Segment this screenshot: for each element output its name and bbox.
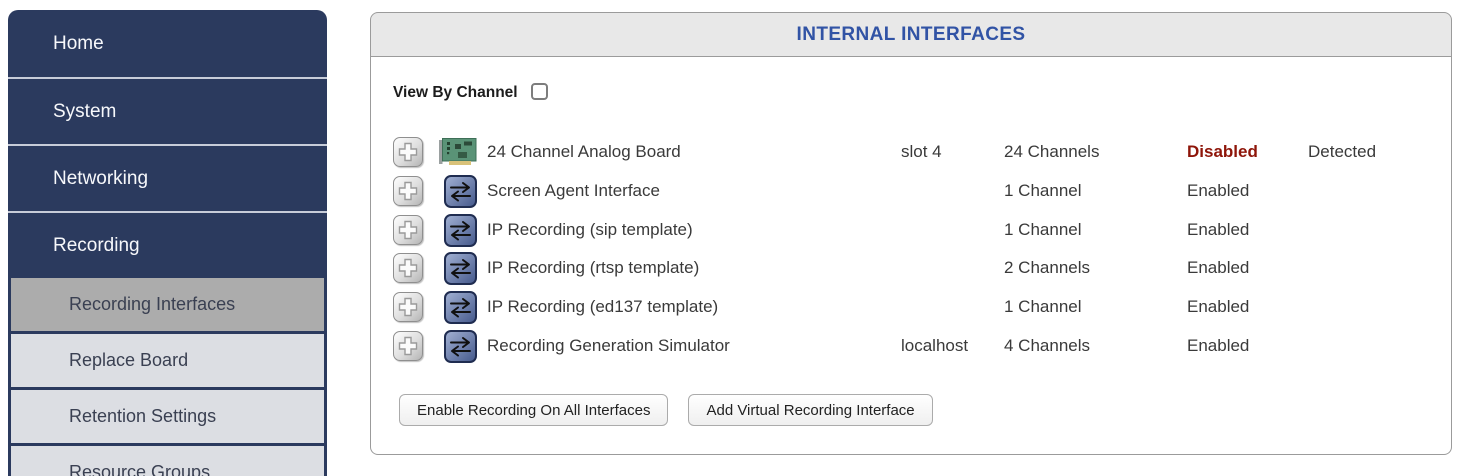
- interface-channels: 4 Channels: [1004, 335, 1091, 355]
- sidebar-item-retention-settings[interactable]: Retention Settings: [8, 390, 327, 446]
- internal-interfaces-panel: INTERNAL INTERFACES View By Channel 24 C…: [370, 12, 1452, 455]
- sidebar-item-label: Networking: [53, 167, 149, 189]
- sidebar-item-recording[interactable]: Recording: [8, 211, 327, 278]
- interface-row: Recording Generation Simulator localhost…: [393, 327, 1441, 366]
- interface-name: Recording Generation Simulator: [487, 335, 730, 355]
- interface-channels: 24 Channels: [1004, 142, 1100, 161]
- interface-name: Screen Agent Interface: [487, 180, 660, 200]
- interface-location: localhost: [901, 335, 969, 355]
- plus-icon: [398, 220, 418, 239]
- interface-status: Enabled: [1187, 258, 1250, 278]
- interface-name: 24 Channel Analog Board: [487, 142, 681, 161]
- interface-name: IP Recording (ed137 template): [487, 297, 719, 317]
- sidebar-item-home[interactable]: Home: [8, 10, 327, 77]
- panel-body: View By Channel 24 Channel Analog Board …: [370, 57, 1452, 455]
- page-title: INTERNAL INTERFACES: [796, 23, 1026, 45]
- virtual-interface-icon: [444, 291, 477, 325]
- action-buttons: Enable Recording On All Interfaces Add V…: [399, 394, 933, 426]
- interface-row: 24 Channel Analog Board slot 4 24 Channe…: [393, 133, 1441, 172]
- sidebar-subitem-label: Replace Board: [69, 350, 189, 370]
- interface-status: Enabled: [1187, 219, 1250, 239]
- interface-row: IP Recording (ed137 template) 1 Channel …: [393, 288, 1441, 327]
- virtual-interface-icon: [444, 213, 477, 247]
- interface-name: IP Recording (sip template): [487, 219, 693, 239]
- interface-row: IP Recording (sip template) 1 Channel En…: [393, 211, 1441, 250]
- interface-channels: 1 Channel: [1004, 180, 1082, 200]
- interface-status: Enabled: [1187, 335, 1250, 355]
- interface-channels: 1 Channel: [1004, 297, 1082, 317]
- interface-status: Enabled: [1187, 180, 1250, 200]
- add-virtual-interface-button[interactable]: Add Virtual Recording Interface: [688, 394, 933, 426]
- interface-location: slot 4: [901, 142, 942, 161]
- interface-channels: 1 Channel: [1004, 219, 1082, 239]
- interface-status: Enabled: [1187, 297, 1250, 317]
- expand-plus-button[interactable]: [393, 137, 423, 167]
- page: Home System Networking Recording Recordi…: [0, 0, 1463, 476]
- sidebar-subitem-label: Recording Interfaces: [69, 294, 236, 314]
- interface-row: Screen Agent Interface 1 Channel Enabled: [393, 172, 1441, 211]
- plus-icon: [398, 259, 418, 278]
- panel-header: INTERNAL INTERFACES: [370, 12, 1452, 57]
- interface-row: IP Recording (rtsp template) 2 Channels …: [393, 249, 1441, 288]
- sidebar-item-system[interactable]: System: [8, 77, 327, 144]
- expand-plus-button[interactable]: [393, 253, 423, 284]
- interface-name: IP Recording (rtsp template): [487, 258, 700, 278]
- interface-channels: 2 Channels: [1004, 258, 1091, 278]
- interface-status: Disabled: [1187, 142, 1258, 161]
- analog-board-icon: [439, 138, 477, 165]
- virtual-interface-icon: [444, 174, 477, 208]
- plus-icon: [398, 181, 418, 200]
- sidebar-item-networking[interactable]: Networking: [8, 144, 327, 211]
- sidebar-item-label: Home: [53, 32, 104, 54]
- sidebar-item-label: System: [53, 100, 117, 122]
- view-by-channel: View By Channel: [393, 82, 548, 102]
- expand-plus-button[interactable]: [393, 330, 423, 361]
- sidebar-item-resource-groups[interactable]: Resource Groups: [8, 446, 327, 476]
- view-by-channel-label: View By Channel: [393, 84, 518, 101]
- plus-icon: [398, 297, 418, 317]
- sidebar-item-replace-board[interactable]: Replace Board: [8, 334, 327, 390]
- sidebar-subitem-label: Retention Settings: [69, 406, 217, 426]
- sidebar-item-label: Recording: [53, 234, 140, 256]
- virtual-interface-icon: [444, 252, 477, 286]
- expand-plus-button[interactable]: [393, 292, 423, 323]
- interface-detection: Detected: [1308, 142, 1377, 161]
- enable-recording-all-button[interactable]: Enable Recording On All Interfaces: [399, 394, 669, 426]
- sidebar: Home System Networking Recording Recordi…: [8, 10, 327, 476]
- plus-icon: [398, 336, 418, 356]
- interface-list: 24 Channel Analog Board slot 4 24 Channe…: [393, 133, 1441, 366]
- expand-plus-button[interactable]: [393, 175, 423, 206]
- sidebar-item-recording-interfaces[interactable]: Recording Interfaces: [8, 278, 327, 334]
- sidebar-subitem-label: Resource Groups: [69, 462, 211, 476]
- virtual-interface-icon: [444, 329, 477, 363]
- expand-plus-button[interactable]: [393, 214, 423, 245]
- plus-icon: [398, 142, 418, 162]
- view-by-channel-checkbox[interactable]: [530, 82, 548, 100]
